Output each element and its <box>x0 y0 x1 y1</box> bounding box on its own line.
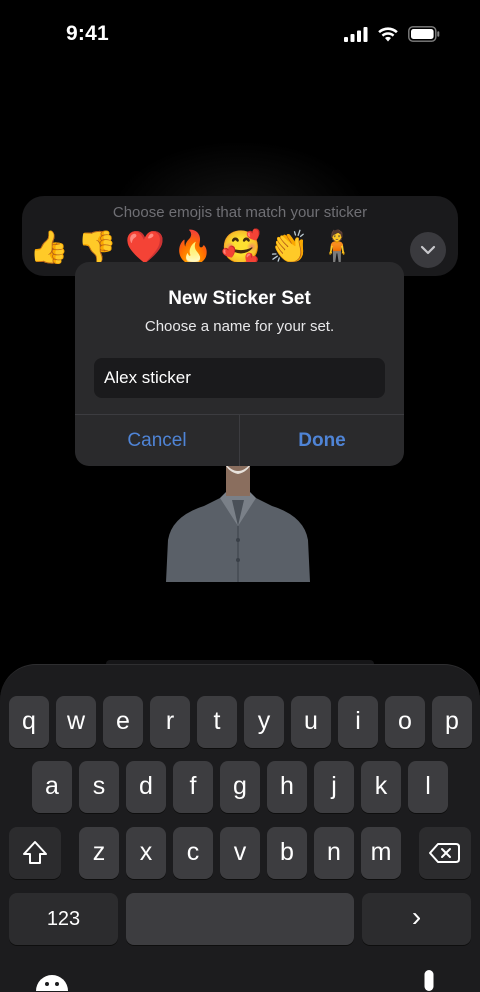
key-r[interactable]: r <box>150 696 190 748</box>
key-label: e <box>116 707 130 735</box>
key-a[interactable]: a <box>32 761 72 813</box>
key-label: › <box>411 901 422 932</box>
wifi-icon <box>378 27 398 42</box>
key-label: g <box>233 772 247 800</box>
key-w[interactable]: w <box>56 696 96 748</box>
key-label: r <box>165 707 175 735</box>
key-label: t <box>213 707 221 735</box>
dialog-title: New Sticker Set <box>168 288 311 309</box>
chevron-down-icon <box>420 245 436 255</box>
key-label: l <box>425 772 431 800</box>
cancel-button[interactable]: Cancel <box>75 415 239 466</box>
key-l[interactable]: l <box>408 761 448 813</box>
status-time: 9:41 <box>66 22 109 45</box>
microphone-icon[interactable] <box>421 970 437 991</box>
key-u[interactable]: u <box>291 696 331 748</box>
key-label: f <box>189 772 197 800</box>
status-bar: 9:41 <box>0 0 480 70</box>
dialog-subtitle: Choose a name for your set. <box>144 318 335 335</box>
key-label: z <box>92 838 106 866</box>
key-label: u <box>304 707 318 735</box>
key-k[interactable]: k <box>361 761 401 813</box>
key-label: a <box>45 772 59 800</box>
shift-key[interactable] <box>9 827 61 879</box>
key-v[interactable]: v <box>220 827 260 879</box>
emoji-keyboard-icon[interactable] <box>35 972 69 991</box>
backspace-key[interactable] <box>419 827 471 879</box>
key-label: v <box>233 838 247 866</box>
return-key[interactable]: › <box>362 893 471 945</box>
keyboard: q w e r t y u i o p a s d f g h j k l z … <box>0 664 480 992</box>
key-e[interactable]: e <box>103 696 143 748</box>
key-label: h <box>280 772 294 800</box>
key-label: j <box>331 772 337 800</box>
key-label: q <box>22 707 36 735</box>
key-f[interactable]: f <box>173 761 213 813</box>
battery-icon <box>408 26 440 42</box>
key-z[interactable]: z <box>79 827 119 879</box>
emoji-option[interactable]: 👍 <box>28 226 70 268</box>
key-label: w <box>66 707 86 735</box>
set-name-input[interactable]: Alex sticker <box>94 358 385 398</box>
key-label: i <box>355 707 361 735</box>
key-d[interactable]: d <box>126 761 166 813</box>
key-label: d <box>139 772 153 800</box>
key-o[interactable]: o <box>385 696 425 748</box>
key-label: x <box>139 838 153 866</box>
expand-emojis-button[interactable] <box>410 232 446 268</box>
status-icons <box>344 26 440 42</box>
backspace-icon <box>429 843 460 863</box>
key-label: 123 <box>46 908 81 930</box>
key-label: p <box>445 707 459 735</box>
key-label: m <box>370 838 392 866</box>
key-label: s <box>92 772 106 800</box>
key-i[interactable]: i <box>338 696 378 748</box>
key-b[interactable]: b <box>267 827 307 879</box>
numbers-key[interactable]: 123 <box>9 893 118 945</box>
key-q[interactable]: q <box>9 696 49 748</box>
shift-icon <box>23 841 47 864</box>
key-label: o <box>398 707 412 735</box>
key-y[interactable]: y <box>244 696 284 748</box>
key-p[interactable]: p <box>432 696 472 748</box>
key-t[interactable]: t <box>197 696 237 748</box>
space-key[interactable] <box>126 893 354 945</box>
emoji-picker-hint: Choose emojis that match your sticker <box>112 204 368 221</box>
signal-icon <box>344 26 368 42</box>
keyboard-bottom-bar <box>0 966 480 991</box>
key-x[interactable]: x <box>126 827 166 879</box>
key-s[interactable]: s <box>79 761 119 813</box>
key-n[interactable]: n <box>314 827 354 879</box>
key-g[interactable]: g <box>220 761 260 813</box>
key-label: y <box>257 707 271 735</box>
key-m[interactable]: m <box>361 827 401 879</box>
done-button[interactable]: Done <box>240 415 404 466</box>
key-c[interactable]: c <box>173 827 213 879</box>
key-j[interactable]: j <box>314 761 354 813</box>
key-label: n <box>327 838 341 866</box>
key-label: c <box>186 838 200 866</box>
key-label: k <box>374 772 388 800</box>
key-label: b <box>280 838 294 866</box>
new-sticker-set-dialog: New Sticker Set Choose a name for your s… <box>75 262 404 466</box>
key-h[interactable]: h <box>267 761 307 813</box>
